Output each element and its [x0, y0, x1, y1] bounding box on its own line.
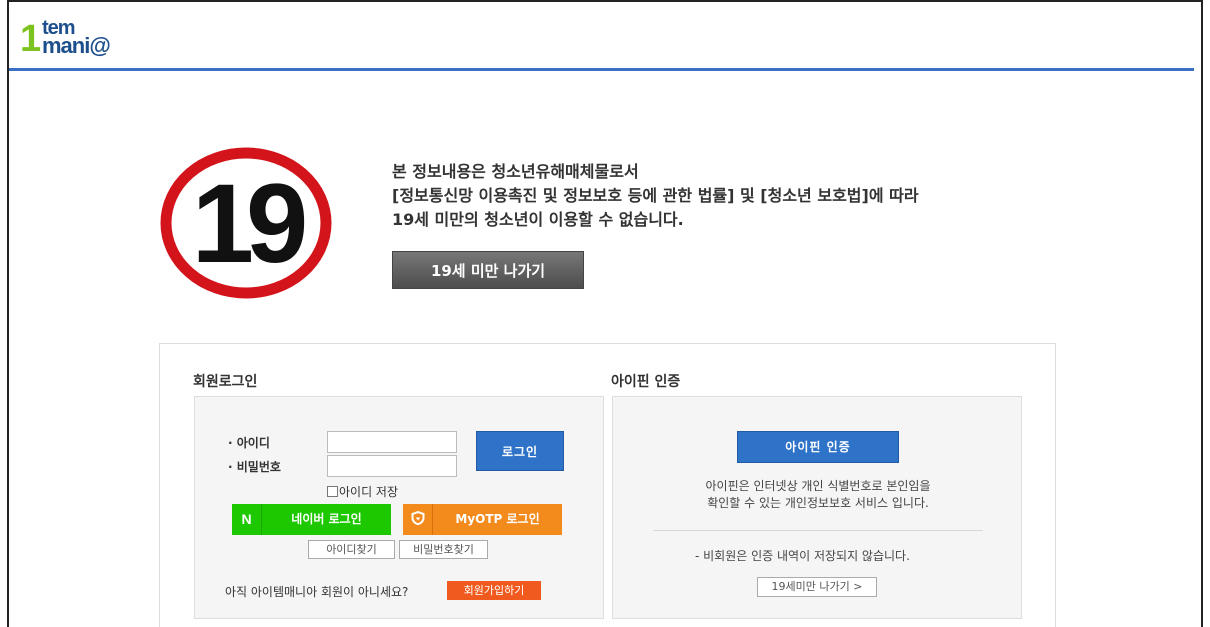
join-prompt: 아직 아이템매니아 회원이 아니세요? [225, 585, 409, 599]
password-label: · 비밀번호 [228, 460, 281, 474]
password-input[interactable] [327, 455, 457, 477]
save-id-checkbox[interactable]: 아이디 저장 [327, 483, 398, 500]
myotp-login-label: MyOTP 로그인 [455, 512, 540, 526]
ipin-title: 아이핀 인증 [611, 374, 681, 390]
itemmania-logo[interactable]: 1 tem mani@ [20, 18, 160, 62]
naver-login-button[interactable]: N 네이버 로그인 [232, 504, 391, 535]
logo-one: 1 [20, 18, 41, 60]
myotp-login-button[interactable]: MyOTP 로그인 [403, 504, 562, 535]
age-19-number: 19 [192, 161, 305, 286]
auth-panel: 회원로그인 아이핀 인증 · 아이디 · 비밀번호 로그인 아이디 저장 N 네… [159, 343, 1056, 627]
find-password-button[interactable]: 비밀번호찾기 [399, 540, 488, 559]
notice-line-2: [정보통신망 이용촉진 및 정보보호 등에 관한 법률] 및 [청소년 보호법]… [392, 186, 919, 205]
naver-login-label: 네이버 로그인 [291, 512, 362, 526]
shield-icon [403, 504, 433, 535]
signup-button[interactable]: 회원가입하기 [447, 581, 541, 600]
logo-mania: mani@ [42, 33, 111, 58]
ipin-divider [653, 530, 983, 531]
find-id-button[interactable]: 아이디찾기 [308, 540, 395, 559]
notice-line-3: 19세 미만의 청소년이 이용할 수 없습니다. [392, 210, 684, 229]
id-label: · 아이디 [228, 436, 270, 450]
ipin-box: 아이핀 인증 아이핀은 인터넷상 개인 식별번호로 본인임을 확인할 수 있는 … [612, 396, 1022, 619]
id-input[interactable] [327, 431, 457, 453]
notice-line-1: 본 정보내용은 청소년유해매체물로서 [392, 162, 639, 181]
header-divider [9, 68, 1194, 71]
member-login-title: 회원로그인 [193, 374, 258, 390]
naver-n-icon: N [232, 504, 262, 535]
ipin-description: 아이핀은 인터넷상 개인 식별번호로 본인임을 확인할 수 있는 개인정보보호 … [613, 478, 1023, 512]
ipin-nonmember-note: - 비회원은 인증 내역이 저장되지 않습니다. [695, 549, 910, 563]
ipin-auth-button[interactable]: 아이핀 인증 [737, 431, 899, 463]
member-login-box: · 아이디 · 비밀번호 로그인 아이디 저장 N 네이버 로그인 MyOTP … [194, 396, 604, 619]
ipin-desc-line-2: 확인할 수 있는 개인정보보호 서비스 입니다. [707, 496, 929, 510]
checkbox-icon[interactable] [327, 486, 338, 497]
under-19-exit-button[interactable]: 19세 미만 나가기 [392, 251, 584, 289]
login-button[interactable]: 로그인 [476, 431, 564, 471]
save-id-label: 아이디 저장 [339, 485, 399, 499]
age-restriction-notice: 본 정보내용은 청소년유해매체물로서 [정보통신망 이용촉진 및 정보보호 등에… [392, 160, 919, 232]
age-19-restriction-icon: 19 [160, 147, 332, 299]
ipin-desc-line-1: 아이핀은 인터넷상 개인 식별번호로 본인임을 [705, 479, 931, 493]
ipin-under-19-exit-button[interactable]: 19세미만 나가기 > [757, 577, 877, 597]
